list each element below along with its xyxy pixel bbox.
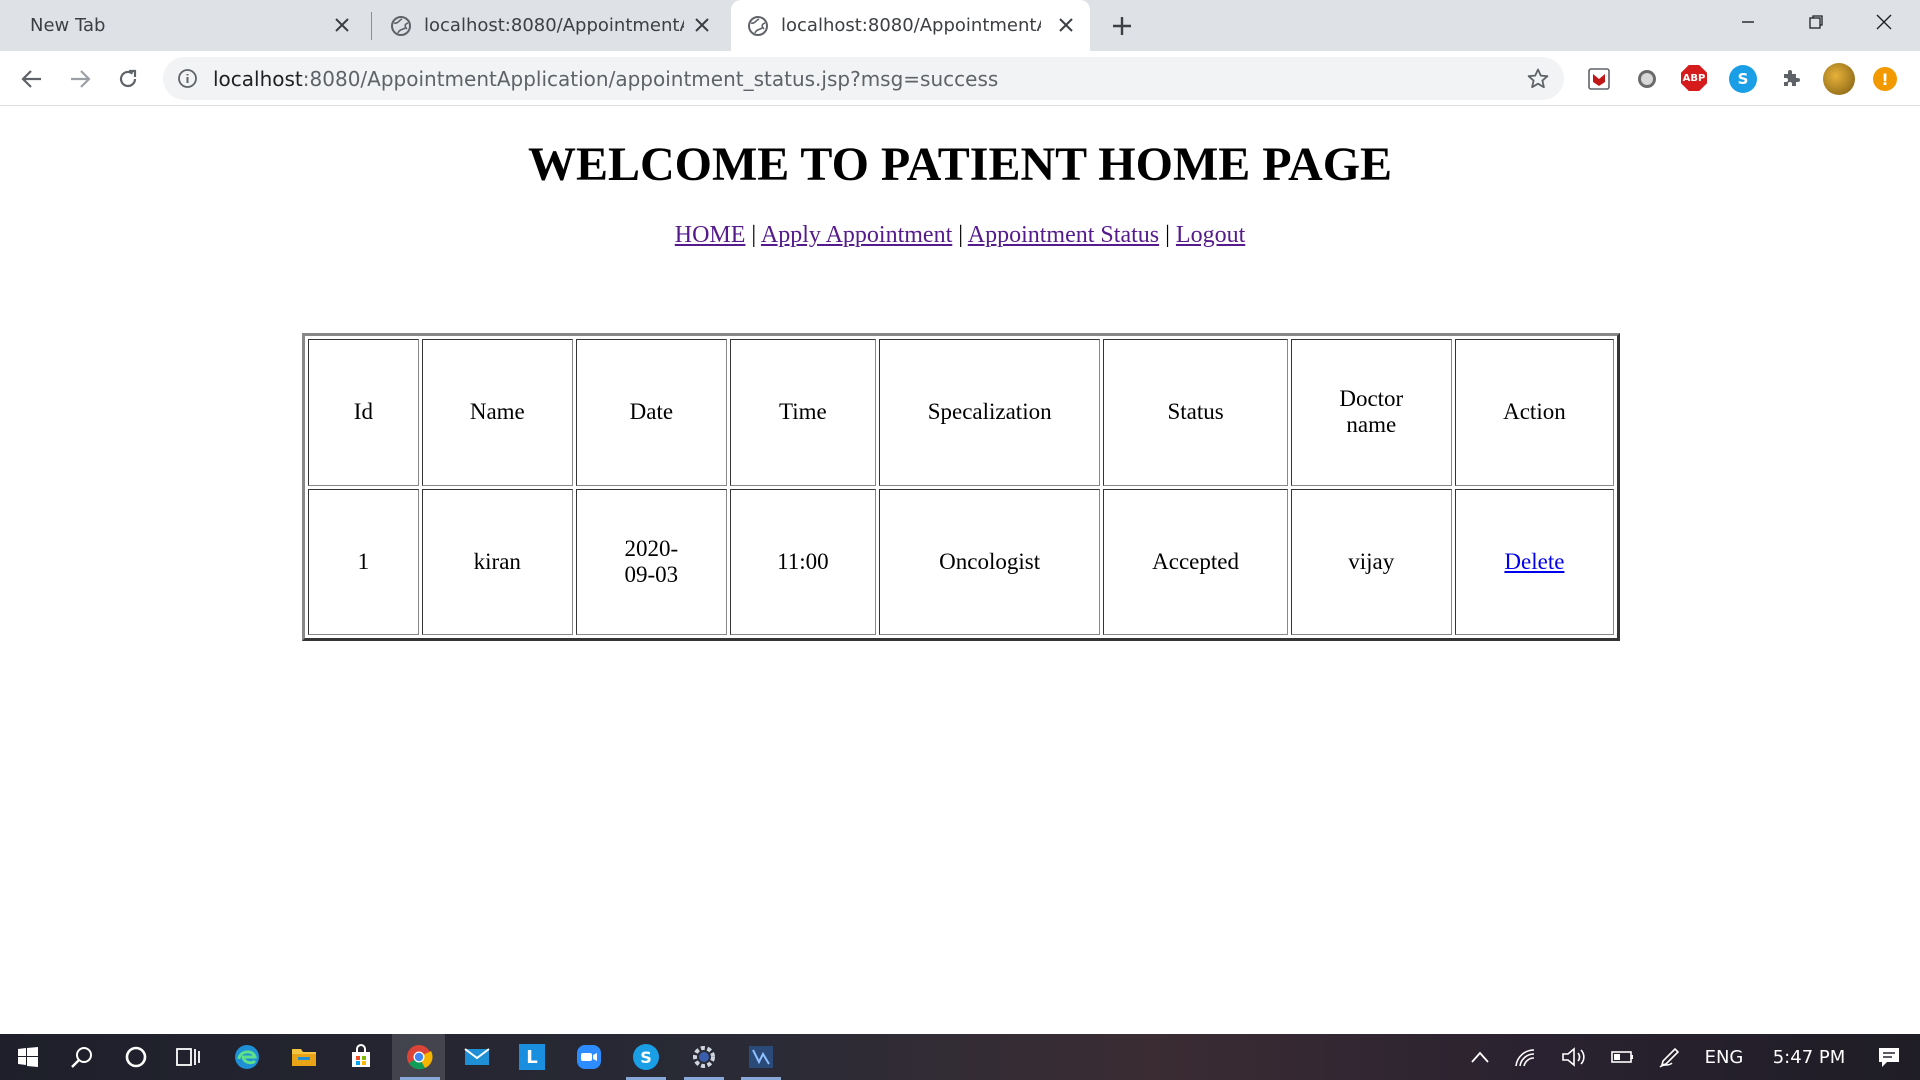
page-content: WELCOME TO PATIENT HOME PAGE HOME | Appl…	[0, 107, 1920, 1034]
battery-icon[interactable]	[1598, 1048, 1646, 1066]
close-icon	[1876, 14, 1892, 30]
tab-title: localhost:8080/AppointmentApp	[781, 15, 1041, 36]
cell-specialization: Oncologist	[878, 488, 1101, 635]
appointment-table: Id Name Date Time Specalization Status D…	[302, 333, 1620, 641]
reload-button[interactable]	[111, 62, 145, 96]
windows-taskbar: L S ENG 5:47 PM	[0, 1034, 1920, 1080]
skype-icon[interactable]: S	[618, 1034, 674, 1080]
header-id: Id	[308, 339, 419, 486]
nav-link-logout[interactable]: Logout	[1176, 222, 1245, 248]
table-header-row: Id Name Date Time Specalization Status D…	[308, 339, 1614, 486]
update-alert-icon[interactable]: !	[1873, 67, 1897, 91]
language-indicator[interactable]: ENG	[1694, 1047, 1754, 1068]
globe-icon	[748, 15, 768, 36]
file-explorer-icon[interactable]	[276, 1034, 332, 1080]
tab-close-icon[interactable]	[1054, 13, 1078, 37]
main-nav: HOME | Apply Appointment | Appointment S…	[0, 222, 1920, 249]
header-action: Action	[1454, 339, 1614, 486]
notification-icon[interactable]	[1864, 1046, 1914, 1068]
table-row: 1 kiran 2020-09-03 11:00 Oncologist Acce…	[308, 488, 1614, 635]
globe-icon	[391, 15, 411, 36]
header-date: Date	[575, 339, 727, 486]
header-doctor-name: Doctor name	[1290, 339, 1452, 486]
network-icon[interactable]	[1502, 1046, 1550, 1068]
arrow-right-icon	[71, 70, 91, 88]
search-icon[interactable]	[54, 1034, 110, 1080]
tab-title: New Tab	[30, 15, 106, 36]
circle-extension-icon[interactable]	[1633, 65, 1661, 93]
cell-id: 1	[308, 488, 419, 635]
nav-separator: |	[751, 222, 757, 248]
header-specialization: Specalization	[878, 339, 1101, 486]
url-text[interactable]: localhost:8080/AppointmentApplication/ap…	[213, 67, 998, 91]
forward-button[interactable]	[63, 62, 97, 96]
start-icon[interactable]	[0, 1034, 56, 1080]
header-time: Time	[729, 339, 876, 486]
plus-icon	[1113, 17, 1131, 35]
edge-icon[interactable]	[219, 1034, 275, 1080]
tray-chevron-up-icon[interactable]	[1458, 1051, 1502, 1063]
profile-avatar[interactable]	[1823, 63, 1855, 95]
tab-close-icon[interactable]	[690, 13, 714, 37]
l-app-label: L	[519, 1044, 545, 1070]
mcafee-icon[interactable]	[1585, 65, 1613, 93]
page-title: WELCOME TO PATIENT HOME PAGE	[527, 138, 1393, 191]
cell-time: 11:00	[729, 488, 876, 635]
back-button[interactable]	[15, 62, 49, 96]
cell-name: kiran	[421, 488, 573, 635]
system-tray: ENG 5:47 PM	[1458, 1034, 1914, 1080]
l-app-icon[interactable]: L	[504, 1034, 560, 1080]
mail-icon[interactable]	[449, 1034, 505, 1080]
cell-action: Delete	[1454, 488, 1614, 635]
zoom-icon[interactable]	[561, 1034, 617, 1080]
url-path: :8080/AppointmentApplication/appointment…	[302, 67, 999, 91]
settings-icon[interactable]	[676, 1034, 732, 1080]
nav-link-apply-appointment[interactable]: Apply Appointment	[761, 222, 952, 248]
arrow-left-icon	[21, 70, 41, 88]
header-name: Name	[421, 339, 573, 486]
puzzle-extensions-icon[interactable]	[1777, 65, 1805, 93]
cell-date: 2020-09-03	[575, 488, 727, 635]
nav-separator: |	[958, 222, 964, 248]
ide-icon[interactable]	[733, 1034, 789, 1080]
delete-link[interactable]: Delete	[1504, 549, 1564, 574]
browser-tab-strip: New Tab localhost:8080/AppointmentApp lo…	[0, 0, 1920, 51]
info-icon[interactable]	[177, 68, 198, 89]
pen-icon[interactable]	[1646, 1045, 1694, 1069]
header-status: Status	[1103, 339, 1288, 486]
clock[interactable]: 5:47 PM	[1754, 1047, 1864, 1068]
browser-toolbar: localhost:8080/AppointmentApplication/ap…	[0, 51, 1920, 106]
task-view-icon[interactable]	[160, 1034, 216, 1080]
new-tab-button[interactable]	[1107, 11, 1137, 41]
cell-doctor: vijay	[1290, 488, 1452, 635]
nav-separator: |	[1165, 222, 1170, 248]
cortana-icon[interactable]	[108, 1034, 164, 1080]
address-bar[interactable]: localhost:8080/AppointmentApplication/ap…	[163, 57, 1564, 100]
tab-new-tab[interactable]: New Tab	[18, 0, 366, 51]
volume-icon[interactable]	[1550, 1046, 1598, 1068]
tab-appointment-active[interactable]: localhost:8080/AppointmentApp	[731, 0, 1090, 51]
tab-title: localhost:8080/AppointmentApp	[424, 15, 684, 36]
nav-link-home[interactable]: HOME	[675, 222, 746, 248]
store-icon[interactable]	[333, 1034, 389, 1080]
tab-separator	[371, 12, 372, 40]
close-window-button[interactable]	[1850, 0, 1918, 44]
tab-appointment-1[interactable]: localhost:8080/AppointmentApp	[380, 0, 726, 51]
bookmark-star-icon[interactable]	[1526, 67, 1550, 91]
minimize-icon	[1742, 21, 1754, 23]
skype-icon[interactable]: S	[1729, 65, 1757, 93]
chrome-icon[interactable]	[392, 1034, 445, 1080]
nav-link-appointment-status[interactable]: Appointment Status	[968, 222, 1159, 248]
cell-status: Accepted	[1103, 488, 1288, 635]
restore-button[interactable]	[1782, 0, 1850, 44]
skype-label: S	[633, 1044, 659, 1070]
restore-icon	[1809, 15, 1823, 29]
minimize-button[interactable]	[1714, 0, 1782, 44]
url-host: localhost	[213, 67, 303, 91]
reload-icon	[119, 69, 137, 88]
adblock-plus-icon[interactable]: ABP	[1681, 65, 1707, 91]
tab-close-icon[interactable]	[330, 13, 354, 37]
